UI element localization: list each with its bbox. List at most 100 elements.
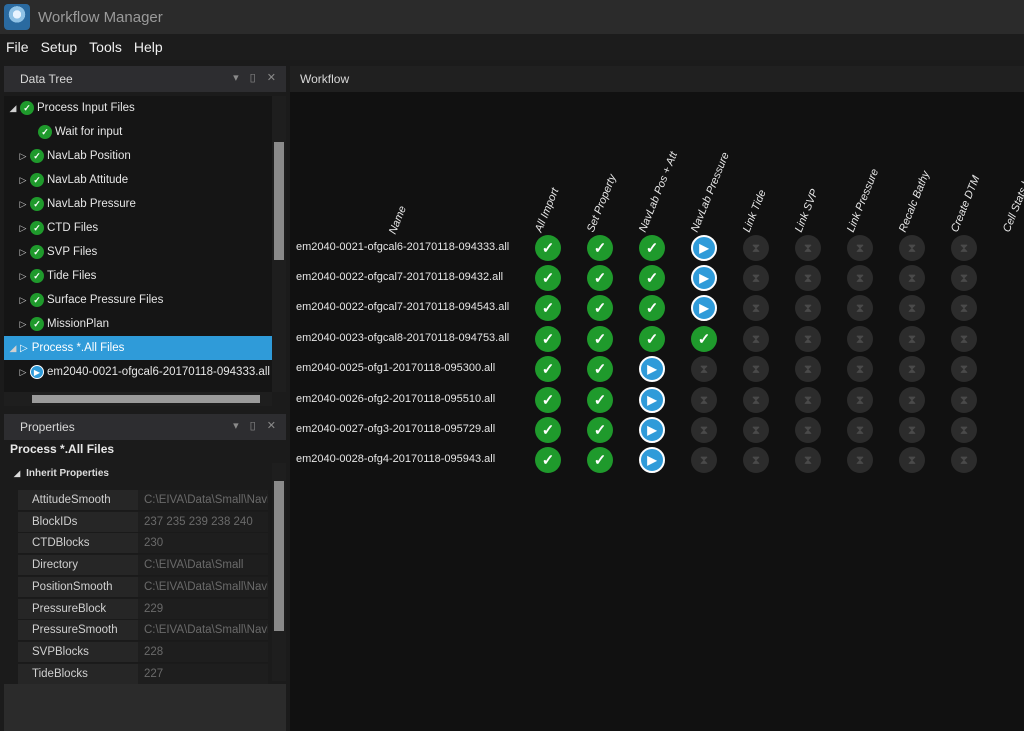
file-name[interactable]: em2040-0023-ofgcal8-20170118-094753.all <box>296 332 509 344</box>
property-value[interactable]: 229 <box>138 598 268 620</box>
property-value[interactable]: 237 235 239 238 240 <box>138 511 268 533</box>
expand-arrow-icon[interactable]: ▷ <box>18 319 28 330</box>
tree-item[interactable]: ◢ ✓ Process Input Files <box>4 96 272 120</box>
hourglass-icon[interactable]: ⧗ <box>847 235 873 261</box>
tree-item[interactable]: ▷ ✓ SVP Files <box>4 240 272 264</box>
hourglass-icon[interactable]: ⧗ <box>847 417 873 443</box>
properties-scroll-thumb[interactable] <box>274 481 284 631</box>
file-name[interactable]: em2040-0028-ofg4-20170118-095943.all <box>296 453 495 465</box>
check-icon[interactable]: ✓ <box>587 387 613 413</box>
hourglass-icon[interactable]: ⧗ <box>899 387 925 413</box>
play-icon[interactable]: ▶ <box>639 387 665 413</box>
property-row[interactable]: CTDBlocks 230 <box>18 533 268 555</box>
property-row[interactable]: PressureSmooth C:\EIVA\Data\Small\Navl <box>18 620 268 642</box>
expand-arrow-icon[interactable]: ▷ <box>18 199 28 210</box>
hourglass-icon[interactable]: ⧗ <box>743 447 769 473</box>
hourglass-icon[interactable]: ⧗ <box>847 387 873 413</box>
hourglass-icon[interactable]: ⧗ <box>951 265 977 291</box>
tree-item[interactable]: ▷ ✓ MissionPlan <box>4 312 272 336</box>
hourglass-icon[interactable]: ⧗ <box>743 295 769 321</box>
hourglass-icon[interactable]: ⧗ <box>899 447 925 473</box>
property-row[interactable]: AttitudeSmooth C:\EIVA\Data\Small\Navl <box>18 490 268 511</box>
expand-arrow-icon[interactable]: ▷ <box>18 151 28 162</box>
hourglass-icon[interactable]: ⧗ <box>951 295 977 321</box>
hourglass-icon[interactable]: ⧗ <box>795 387 821 413</box>
hourglass-icon[interactable]: ⧗ <box>795 235 821 261</box>
hourglass-icon[interactable]: ⧗ <box>743 235 769 261</box>
check-icon[interactable]: ✓ <box>535 295 561 321</box>
hourglass-icon[interactable]: ⧗ <box>847 326 873 352</box>
menu-tools[interactable]: Tools <box>83 39 128 55</box>
expand-arrow-icon[interactable]: ▷ <box>18 271 28 282</box>
expand-arrow-icon[interactable]: ▷ <box>18 175 28 186</box>
check-icon[interactable]: ✓ <box>587 235 613 261</box>
property-row[interactable]: PressureBlock 229 <box>18 598 268 620</box>
file-name[interactable]: em2040-0022-ofgcal7-20170118-09432.all <box>296 271 503 283</box>
tree-vertical-scrollbar[interactable] <box>272 96 286 392</box>
tree-item[interactable]: ✓ Wait for input <box>4 120 272 144</box>
expand-arrow-icon[interactable]: ▷ <box>18 367 28 378</box>
hourglass-icon[interactable]: ⧗ <box>795 326 821 352</box>
pane-controls[interactable]: ▾ ▯ ✕ <box>233 419 280 432</box>
check-icon[interactable]: ✓ <box>535 326 561 352</box>
hourglass-icon[interactable]: ⧗ <box>951 235 977 261</box>
property-row[interactable]: SVPBlocks 228 <box>18 641 268 663</box>
hourglass-icon[interactable]: ⧗ <box>795 447 821 473</box>
property-row[interactable]: PositionSmooth C:\EIVA\Data\Small\Navl <box>18 576 268 598</box>
expand-arrow-icon[interactable]: ◢ <box>8 343 18 354</box>
tree-item[interactable]: ▷ ✓ CTD Files <box>4 216 272 240</box>
check-icon[interactable]: ✓ <box>587 417 613 443</box>
hourglass-icon[interactable]: ⧗ <box>691 447 717 473</box>
check-icon[interactable]: ✓ <box>587 295 613 321</box>
hourglass-icon[interactable]: ⧗ <box>899 235 925 261</box>
property-value[interactable]: 227 <box>138 663 268 685</box>
hourglass-icon[interactable]: ⧗ <box>951 447 977 473</box>
hourglass-icon[interactable]: ⧗ <box>743 326 769 352</box>
hourglass-icon[interactable]: ⧗ <box>951 417 977 443</box>
tree-horizontal-scrollbar[interactable] <box>4 392 272 406</box>
hourglass-icon[interactable]: ⧗ <box>691 387 717 413</box>
file-name[interactable]: em2040-0025-ofg1-20170118-095300.all <box>296 362 495 374</box>
check-icon[interactable]: ✓ <box>587 265 613 291</box>
check-icon[interactable]: ✓ <box>535 356 561 382</box>
hourglass-icon[interactable]: ⧗ <box>691 356 717 382</box>
property-row[interactable]: Directory C:\EIVA\Data\Small <box>18 555 268 577</box>
property-value[interactable]: C:\EIVA\Data\Small\Navl <box>138 490 268 511</box>
expand-arrow-icon[interactable]: ▷ <box>18 223 28 234</box>
check-icon[interactable]: ✓ <box>639 326 665 352</box>
tree-item[interactable]: ▷ ✓ NavLab Pressure <box>4 192 272 216</box>
play-icon[interactable]: ▶ <box>639 356 665 382</box>
hourglass-icon[interactable]: ⧗ <box>847 295 873 321</box>
file-name[interactable]: em2040-0026-ofg2-20170118-095510.all <box>296 393 495 405</box>
check-icon[interactable]: ✓ <box>535 447 561 473</box>
hourglass-icon[interactable]: ⧗ <box>795 356 821 382</box>
tree-item[interactable]: ▷ ✓ Surface Pressure Files <box>4 288 272 312</box>
hourglass-icon[interactable]: ⧗ <box>899 417 925 443</box>
property-value[interactable]: 228 <box>138 641 268 663</box>
property-value[interactable]: C:\EIVA\Data\Small\Navl <box>138 620 268 642</box>
hourglass-icon[interactable]: ⧗ <box>899 295 925 321</box>
check-icon[interactable]: ✓ <box>535 235 561 261</box>
expand-arrow-icon[interactable]: ▷ <box>18 295 28 306</box>
play-icon[interactable]: ▶ <box>691 265 717 291</box>
expand-arrow-icon[interactable]: ▷ <box>18 247 28 258</box>
hourglass-icon[interactable]: ⧗ <box>795 265 821 291</box>
property-row[interactable]: TideBlocks 227 <box>18 663 268 685</box>
hourglass-icon[interactable]: ⧗ <box>847 447 873 473</box>
hourglass-icon[interactable]: ⧗ <box>951 326 977 352</box>
expand-arrow-icon[interactable]: ◢ <box>8 103 18 114</box>
check-icon[interactable]: ✓ <box>691 326 717 352</box>
hourglass-icon[interactable]: ⧗ <box>899 265 925 291</box>
check-icon[interactable]: ✓ <box>587 447 613 473</box>
properties-group[interactable]: ◢ Inherit Properties <box>14 463 270 483</box>
tree-item[interactable]: ▷ ▶ em2040-0021-ofgcal6-20170118-094333.al… <box>4 360 272 384</box>
hourglass-icon[interactable]: ⧗ <box>847 356 873 382</box>
property-value[interactable]: 230 <box>138 533 268 555</box>
hourglass-icon[interactable]: ⧗ <box>899 356 925 382</box>
properties-scrollbar[interactable] <box>272 463 286 681</box>
tree-item[interactable]: ▷ ✓ NavLab Position <box>4 144 272 168</box>
play-icon[interactable]: ▶ <box>691 295 717 321</box>
tree-item[interactable]: ▷ ✓ Tide Files <box>4 264 272 288</box>
hourglass-icon[interactable]: ⧗ <box>743 356 769 382</box>
hourglass-icon[interactable]: ⧗ <box>691 417 717 443</box>
